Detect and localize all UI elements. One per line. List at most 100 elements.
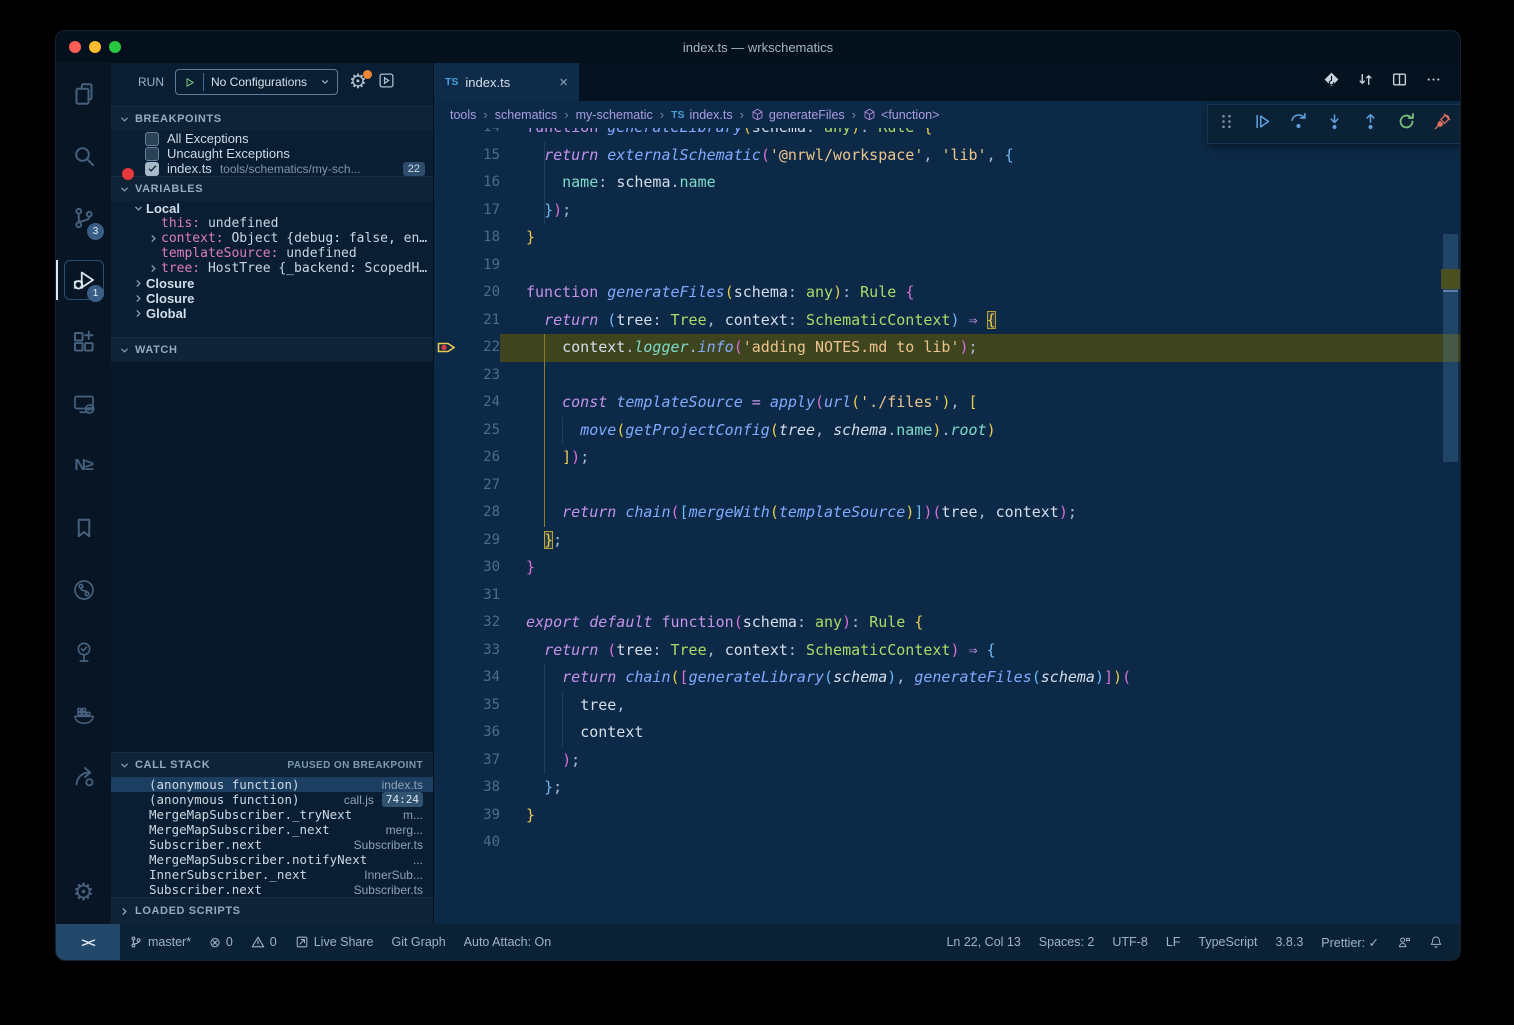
breakpoint-gutter[interactable] bbox=[434, 362, 458, 390]
breakpoint-gutter[interactable] bbox=[434, 637, 458, 665]
split-editor-button[interactable] bbox=[1391, 71, 1408, 93]
breakpoint-gutter[interactable] bbox=[434, 499, 458, 527]
breakpoint-gutter[interactable] bbox=[434, 802, 458, 830]
breakpoint-gutter[interactable] bbox=[434, 774, 458, 802]
breakpoint-checkbox[interactable] bbox=[145, 147, 159, 161]
code-line[interactable]: 36 context bbox=[434, 719, 1460, 747]
code-line[interactable]: 24 const templateSource = apply(url('./f… bbox=[434, 389, 1460, 417]
breakpoint-gutter[interactable] bbox=[434, 527, 458, 555]
code-line[interactable]: 35 tree, bbox=[434, 692, 1460, 720]
breakpoint-gutter[interactable] bbox=[434, 719, 458, 747]
activity-bar-item-settings[interactable]: ⚙ bbox=[56, 862, 111, 924]
breakpoint-gutter[interactable] bbox=[434, 334, 458, 362]
call-stack-frame[interactable]: MergeMapSubscriber._tryNextm... bbox=[111, 807, 433, 822]
variables-section-header[interactable]: VARIABLES bbox=[111, 176, 433, 201]
loaded-scripts-section-header[interactable]: LOADED SCRIPTS bbox=[111, 897, 433, 924]
breakpoint-checkbox[interactable] bbox=[145, 162, 159, 176]
status-item-0[interactable]: ⊗0 bbox=[200, 924, 242, 960]
status-item-spaces-2[interactable]: Spaces: 2 bbox=[1030, 924, 1104, 960]
call-stack-frame[interactable]: (anonymous function)index.ts bbox=[111, 777, 433, 792]
breakpoint-gutter[interactable] bbox=[434, 692, 458, 720]
breakpoint-gutter[interactable] bbox=[434, 197, 458, 225]
breadcrumb-item[interactable]: tools bbox=[450, 108, 476, 122]
code-line[interactable]: 23 bbox=[434, 362, 1460, 390]
breakpoint-gutter[interactable] bbox=[434, 389, 458, 417]
zoom-window-button[interactable] bbox=[109, 41, 121, 53]
status-item-ln-22-col-13[interactable]: Ln 22, Col 13 bbox=[937, 924, 1029, 960]
code-line[interactable]: 15 return externalSchematic('@nrwl/works… bbox=[434, 142, 1460, 170]
step-into-button[interactable] bbox=[1325, 112, 1344, 136]
variable-row[interactable]: this: undefined bbox=[111, 216, 433, 231]
call-stack-frame[interactable]: Subscriber.nextSubscriber.ts bbox=[111, 882, 433, 897]
breadcrumb-item[interactable]: my-schematic bbox=[576, 108, 653, 122]
call-stack-section-header[interactable]: CALL STACK PAUSED ON BREAKPOINT bbox=[111, 752, 433, 777]
breakpoint-row[interactable]: index.tstools/schematics/my-sch...22 bbox=[111, 161, 433, 176]
breadcrumb-item[interactable]: generateFiles bbox=[751, 108, 845, 122]
status-item-typescript[interactable]: TypeScript bbox=[1189, 924, 1266, 960]
breakpoint-gutter[interactable] bbox=[434, 664, 458, 692]
activity-bar-item-extensions[interactable] bbox=[56, 311, 111, 373]
remote-indicator[interactable]: >< bbox=[56, 924, 120, 960]
activity-bar-item-explorer[interactable] bbox=[56, 63, 111, 125]
watch-section-header[interactable]: WATCH bbox=[111, 337, 433, 362]
activity-bar-item-deploy[interactable] bbox=[56, 745, 111, 807]
breakpoint-checkbox[interactable] bbox=[145, 132, 159, 146]
configure-gear-button[interactable]: ⚙ bbox=[349, 72, 367, 92]
code-line[interactable]: 30} bbox=[434, 554, 1460, 582]
breakpoint-gutter[interactable] bbox=[434, 582, 458, 610]
breakpoint-gutter[interactable] bbox=[434, 224, 458, 252]
breakpoint-gutter[interactable] bbox=[434, 128, 458, 142]
code-line[interactable]: 25 move(getProjectConfig(tree, schema.na… bbox=[434, 417, 1460, 445]
code-line[interactable]: 21 return (tree: Tree, context: Schemati… bbox=[434, 307, 1460, 335]
variable-row[interactable]: Closure bbox=[111, 276, 433, 291]
editor-scrollbar[interactable] bbox=[1441, 128, 1460, 924]
breakpoint-gutter[interactable] bbox=[434, 609, 458, 637]
status-item-prettier[interactable]: Prettier: ✓ bbox=[1312, 924, 1388, 960]
gitlens-button[interactable] bbox=[1323, 71, 1340, 93]
code-line[interactable]: 32export default function(schema: any): … bbox=[434, 609, 1460, 637]
watch-body[interactable] bbox=[111, 362, 433, 752]
code-line[interactable]: 16 name: schema.name bbox=[434, 169, 1460, 197]
breadcrumb-item[interactable]: <function> bbox=[863, 108, 939, 122]
open-changes-button[interactable] bbox=[1357, 71, 1374, 93]
more-actions-button[interactable] bbox=[1425, 71, 1442, 93]
breakpoint-gutter[interactable] bbox=[434, 279, 458, 307]
code-line[interactable]: 28 return chain([mergeWith(templateSourc… bbox=[434, 499, 1460, 527]
minimize-window-button[interactable] bbox=[89, 41, 101, 53]
breakpoint-row[interactable]: Uncaught Exceptions bbox=[111, 146, 433, 161]
title-bar[interactable]: index.ts — wrkschematics bbox=[56, 31, 1460, 63]
breadcrumb-item[interactable]: schematics bbox=[495, 108, 558, 122]
breakpoint-gutter[interactable] bbox=[434, 142, 458, 170]
status-item-git-graph[interactable]: Git Graph bbox=[382, 924, 454, 960]
launch-configuration-dropdown[interactable]: No Configurations bbox=[175, 69, 338, 95]
breakpoint-gutter[interactable] bbox=[434, 747, 458, 775]
call-stack-frame[interactable]: (anonymous function)call.js74:24 bbox=[111, 792, 433, 807]
activity-bar-item-source-control[interactable]: 3 bbox=[56, 187, 111, 249]
close-window-button[interactable] bbox=[69, 41, 81, 53]
breakpoint-gutter[interactable] bbox=[434, 472, 458, 500]
activity-bar-item-nx-console[interactable]: N≥ bbox=[56, 435, 111, 497]
code-line[interactable]: 33 return (tree: Tree, context: Schemati… bbox=[434, 637, 1460, 665]
status-item-utf-8[interactable]: UTF-8 bbox=[1103, 924, 1156, 960]
step-out-button[interactable] bbox=[1361, 112, 1380, 136]
code-line[interactable]: 40 bbox=[434, 829, 1460, 857]
code-line[interactable]: 29 }; bbox=[434, 527, 1460, 555]
variable-row[interactable]: templateSource: undefined bbox=[111, 246, 433, 261]
activity-bar-item-docker[interactable] bbox=[56, 683, 111, 745]
activity-bar-item-git-graph[interactable] bbox=[56, 559, 111, 621]
code-line[interactable]: 34 return chain([generateLibrary(schema)… bbox=[434, 664, 1460, 692]
debug-console-button[interactable] bbox=[378, 72, 395, 92]
variable-row[interactable]: Closure bbox=[111, 291, 433, 306]
call-stack-frame[interactable]: Subscriber.nextSubscriber.ts bbox=[111, 837, 433, 852]
continue-button[interactable] bbox=[1253, 112, 1272, 136]
code-line[interactable]: 27 bbox=[434, 472, 1460, 500]
code-area[interactable]: 14function generateLibrary(schema: any):… bbox=[434, 128, 1460, 924]
status-item-3-8-3[interactable]: 3.8.3 bbox=[1266, 924, 1312, 960]
breakpoint-row[interactable]: All Exceptions bbox=[111, 131, 433, 146]
status-item-0[interactable]: 0 bbox=[242, 924, 286, 960]
restart-button[interactable] bbox=[1397, 112, 1416, 136]
code-line[interactable]: 22 context.logger.info('adding NOTES.md … bbox=[434, 334, 1460, 362]
activity-bar-item-remote-explorer[interactable] bbox=[56, 373, 111, 435]
breakpoint-gutter[interactable] bbox=[434, 417, 458, 445]
code-line[interactable]: 37 ); bbox=[434, 747, 1460, 775]
